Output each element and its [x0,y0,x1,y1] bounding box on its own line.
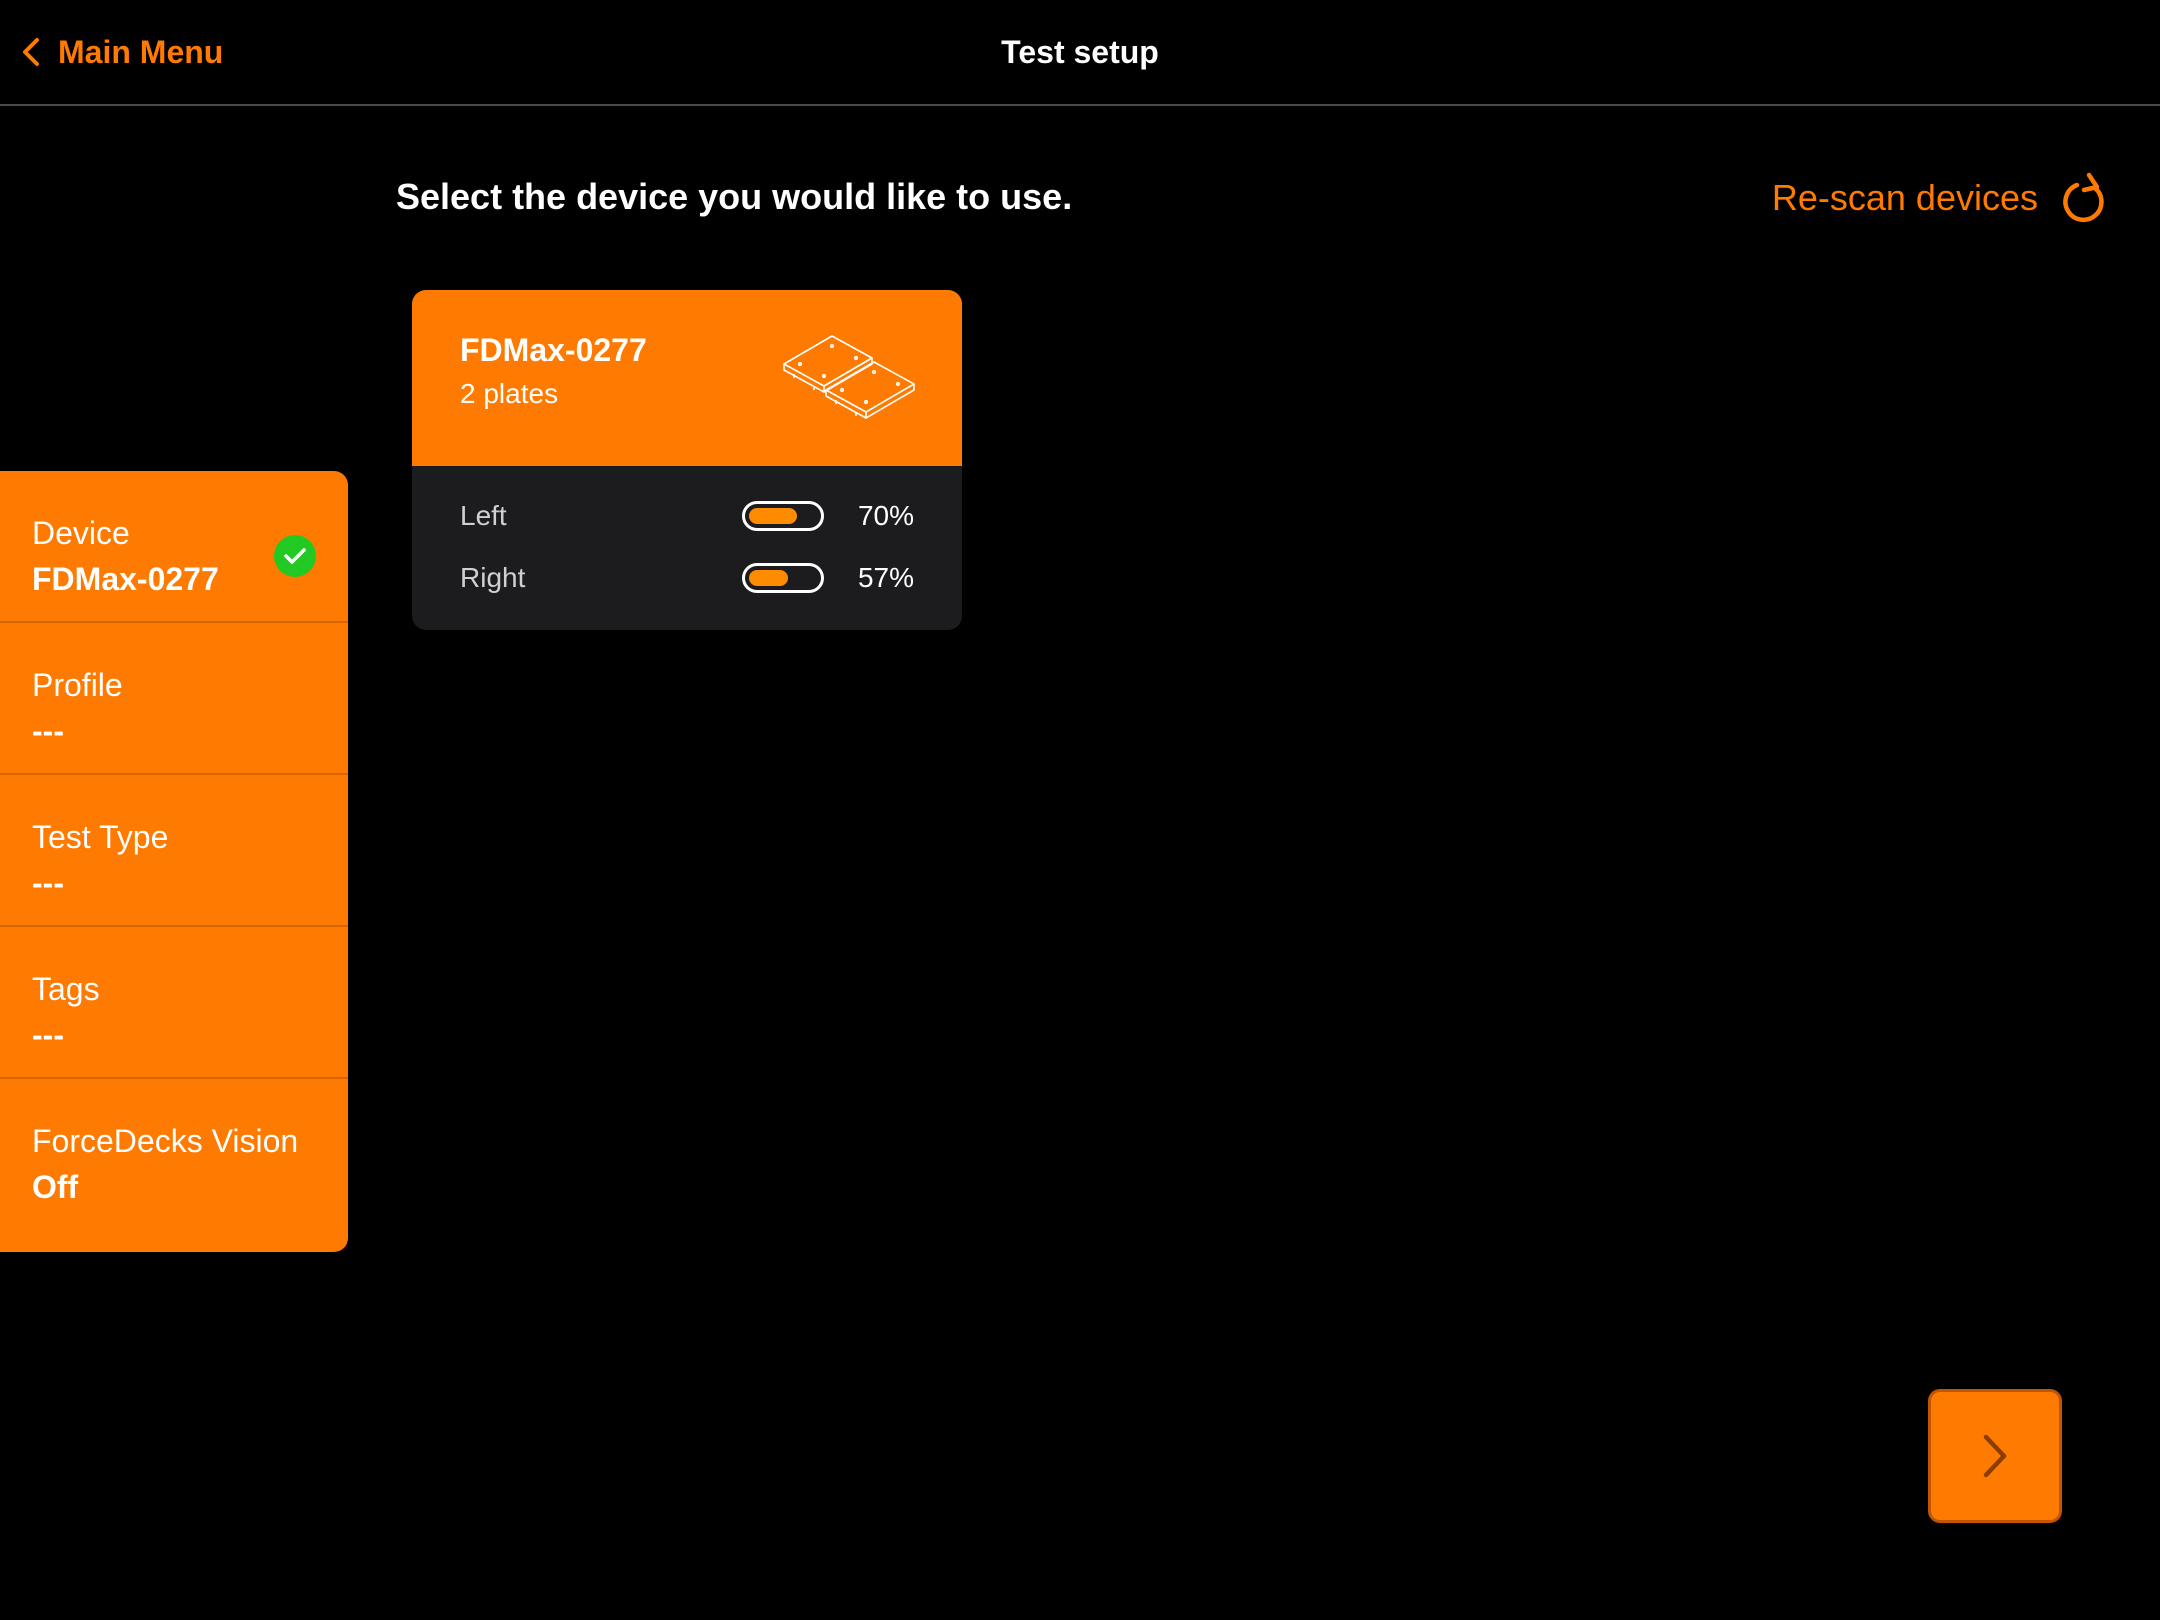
step-tags[interactable]: Tags --- [0,927,348,1079]
step-value: Off [32,1169,79,1205]
rescan-label: Re-scan devices [1771,177,2038,218]
device-card[interactable]: FDMax-0277 2 plates Left 70% Right 57% [412,290,962,630]
battery-icon [742,501,824,531]
test-setup-screen: Main Menu Test setup Select the device y… [0,0,2160,1620]
battery-percent: 70% [857,500,914,531]
device-card-header: FDMax-0277 2 plates [412,290,962,466]
step-profile[interactable]: Profile --- [0,623,348,775]
battery-icon [742,563,824,593]
step-label: Profile [32,667,123,703]
chevron-right-icon [1983,1434,2007,1478]
battery-fill [749,508,797,524]
main-menu-back-button[interactable]: Main Menu [22,28,223,76]
device-plates-count: 2 plates [460,378,559,409]
device-name: FDMax-0277 [460,332,647,368]
step-label: Tags [32,971,100,1007]
page-title: Test setup [1001,34,1159,70]
step-value: --- [32,713,64,749]
checkmark-icon [274,535,316,577]
step-label: Test Type [32,819,169,855]
next-button[interactable] [1928,1389,2062,1523]
force-plates-icon [783,335,915,419]
back-button-label: Main Menu [58,33,224,70]
battery-row-left: Left 70% [460,496,914,536]
step-device[interactable]: Device FDMax-0277 [0,471,348,623]
chevron-left-icon [23,38,39,66]
battery-label: Right [460,562,526,593]
navigation-bar: Main Menu Test setup [0,0,2160,106]
battery-row-right: Right 57% [460,558,914,598]
step-value: --- [32,1017,64,1053]
step-test-type[interactable]: Test Type --- [0,775,348,927]
battery-percent: 57% [857,562,914,593]
step-forcedecks-vision[interactable]: ForceDecks Vision Off [0,1079,348,1229]
step-label: ForceDecks Vision [32,1123,299,1159]
refresh-icon [2063,172,2104,223]
step-label: Device [32,515,130,551]
step-value: --- [32,865,64,901]
instruction-text: Select the device you would like to use. [396,176,1073,217]
battery-fill [749,570,788,586]
setup-steps-sidebar: Device FDMax-0277 Profile --- Test Type … [0,471,348,1252]
rescan-devices-button[interactable]: Re-scan devices [1772,166,2110,230]
step-value: FDMax-0277 [32,561,219,597]
battery-label: Left [460,500,507,531]
